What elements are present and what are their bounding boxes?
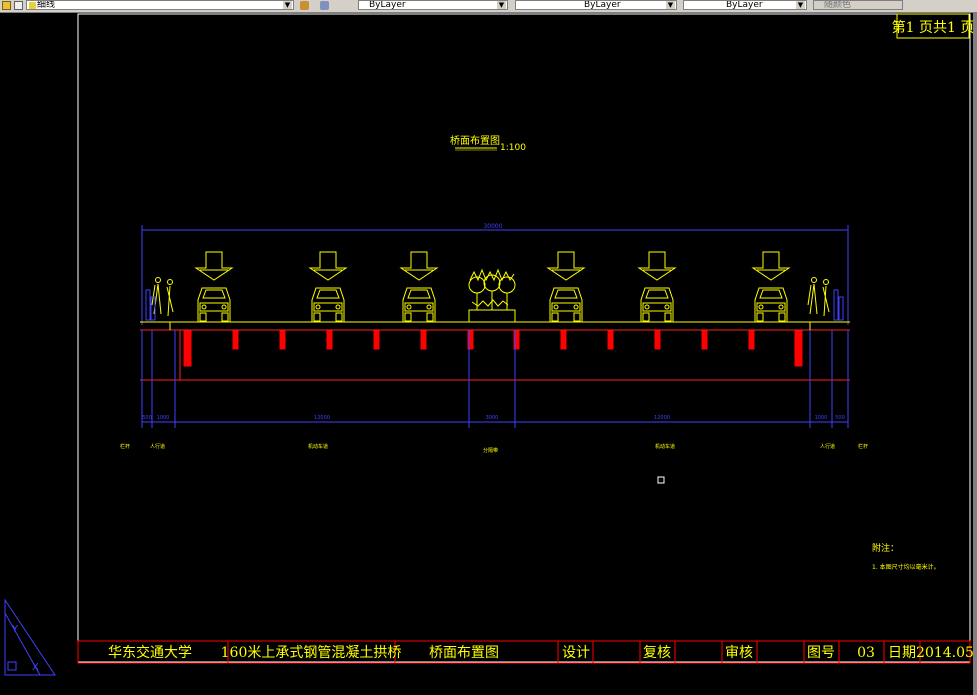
linetype-dropdown-value: ByLayer	[584, 0, 621, 10]
linetype-dropdown[interactable]: ByLayer ▼	[515, 0, 677, 10]
tb-design: 设计	[562, 645, 590, 661]
dimension-chain	[141, 330, 849, 428]
tb-project: 160米上承式钢管混凝土拱桥	[221, 645, 402, 661]
layer-color-swatch	[29, 2, 36, 9]
vehicle-with-load-arrow	[308, 251, 348, 322]
layer-state-icon[interactable]	[14, 1, 23, 10]
girder-web	[232, 330, 239, 350]
tb-drawing-name: 桥面布置图	[429, 645, 499, 661]
label-sidewalk-left: 人行道	[150, 443, 165, 450]
dimension-text: 500	[142, 415, 152, 421]
chevron-down-icon: ▼	[796, 1, 805, 9]
plotstyle-dropdown[interactable]: 随颜色	[813, 0, 903, 10]
vehicle-with-load-arrow	[194, 251, 234, 322]
plotstyle-dropdown-value: 随颜色	[824, 0, 852, 10]
layer-properties-icon[interactable]	[320, 1, 329, 10]
girder-web	[326, 330, 333, 350]
svg-text:X: X	[32, 662, 39, 673]
label-lanes-left: 机动车道	[308, 443, 328, 450]
drawing-title: 桥面布置图	[450, 135, 500, 147]
vehicle-with-load-arrow	[399, 251, 439, 322]
girder-web	[373, 330, 380, 350]
dimension-text: 12000	[314, 415, 330, 421]
notes-title: 附注：	[872, 542, 899, 554]
railing-right	[833, 289, 844, 321]
tb-review: 审核	[725, 645, 753, 661]
lineweight-dropdown-value: ByLayer	[726, 0, 763, 10]
layer-dropdown-value: 细线	[37, 0, 56, 10]
girder-web	[701, 330, 708, 350]
svg-text:Y: Y	[11, 624, 19, 635]
girder-web	[607, 330, 614, 350]
girder-web	[183, 330, 192, 367]
tb-drawing-no-label: 图号	[807, 645, 835, 661]
tb-school: 华东交通大学	[108, 644, 192, 661]
folder-icon[interactable]	[2, 1, 11, 10]
vehicle-with-load-arrow	[546, 251, 586, 322]
tb-drawing-no: 03	[857, 645, 875, 661]
page-label: 第1 页共1 页	[892, 19, 975, 36]
label-railing-left: 栏杆	[120, 443, 130, 450]
median-planting	[468, 268, 516, 310]
deck-section	[140, 309, 850, 381]
vehicle-row	[194, 251, 791, 322]
girder-web	[794, 330, 803, 367]
girder-web	[654, 330, 661, 350]
drawing-scale: 1:100	[500, 143, 526, 153]
label-median: 分隔带	[483, 447, 498, 454]
girder-web	[748, 330, 755, 350]
tb-check: 复核	[643, 644, 671, 661]
chevron-down-icon: ▼	[666, 1, 675, 9]
lineweight-dropdown[interactable]: ByLayer ▼	[683, 0, 807, 10]
label-railing-right: 栏杆	[858, 443, 868, 450]
lane-labels: 栏杆 人行道 机动车道 分隔带 机动车道 人行道 栏杆	[120, 443, 868, 454]
vehicle-with-load-arrow	[751, 251, 791, 322]
layer-previous-icon[interactable]	[300, 1, 309, 10]
title-block: 华东交通大学 160米上承式钢管混凝土拱桥 桥面布置图 设计 复核 审核 图号 …	[77, 640, 974, 664]
dimension-text: 1000	[815, 415, 828, 421]
drawing-frame	[77, 13, 971, 663]
canvas-right-edge	[973, 12, 977, 695]
chevron-down-icon: ▼	[497, 1, 506, 9]
dimension-text: 500	[835, 415, 845, 421]
girder-webs	[183, 330, 803, 367]
overall-dimension-text: 30000	[483, 223, 502, 230]
girder-web	[420, 330, 427, 350]
pedestrian-right	[807, 277, 830, 317]
girder-web	[560, 330, 567, 350]
drawing-canvas[interactable]: 第1 页共1 页 桥面布置图 1:100 30000 500 1000 1200…	[0, 12, 977, 695]
dimension-text: 1000	[157, 415, 170, 421]
ucs-icon: Y X	[4, 598, 56, 676]
dimension-text: 3000	[486, 415, 499, 421]
dimension-text: 12000	[654, 415, 670, 421]
tb-date-label: 日期	[888, 645, 916, 661]
dimension-texts: 500 1000 12000 3000 12000 1000 500	[142, 415, 845, 421]
layer-dropdown[interactable]: 细线 ▼	[26, 0, 294, 10]
chevron-down-icon: ▼	[283, 1, 292, 9]
label-lanes-right: 机动车道	[655, 443, 675, 450]
color-dropdown-value: ByLayer	[369, 0, 406, 10]
label-sidewalk-right: 人行道	[820, 443, 835, 450]
tb-date: 2014.05	[916, 645, 974, 661]
cursor-pickbox	[657, 476, 665, 484]
notes-line: 1. 本图尺寸均以毫米计。	[872, 563, 940, 571]
color-dropdown[interactable]: ByLayer ▼	[358, 0, 508, 10]
girder-web	[279, 330, 286, 350]
vehicle-with-load-arrow	[637, 251, 677, 322]
